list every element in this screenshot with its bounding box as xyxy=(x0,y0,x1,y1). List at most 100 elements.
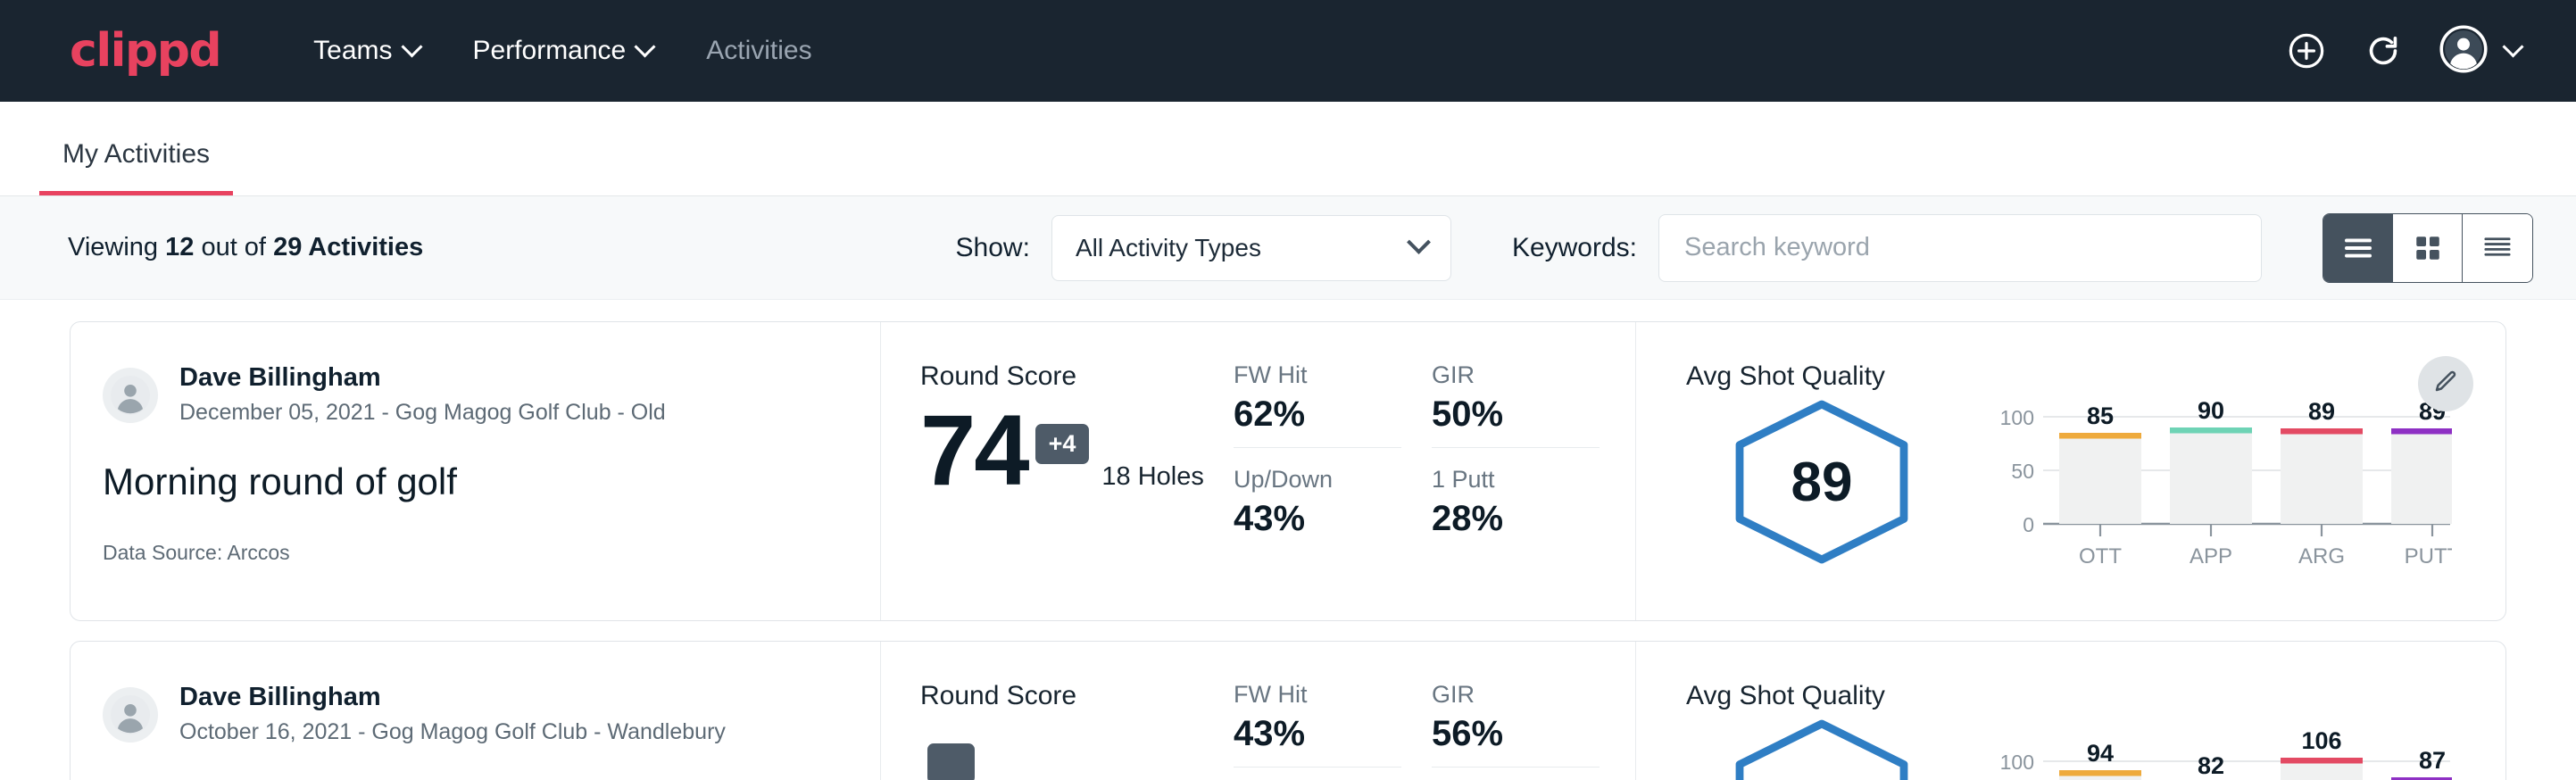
account-menu[interactable] xyxy=(2439,25,2521,78)
stat-gir: GIR 50% xyxy=(1432,361,1600,448)
shot-quality-bar-chart: 100 50 0 94 82 106 xyxy=(1979,720,2452,780)
filter-bar: Viewing 12 out of 29 Activities Show: Al… xyxy=(0,196,2576,300)
svg-text:87: 87 xyxy=(2419,747,2446,774)
stat-label: FW Hit xyxy=(1234,681,1401,709)
stat-label: 1 Putt xyxy=(1432,466,1600,494)
activity-type-select[interactable]: All Activity Types xyxy=(1051,215,1451,281)
svg-text:100: 100 xyxy=(2000,406,2034,429)
round-score-row: 74 +4 18 Holes xyxy=(920,401,1234,501)
score-to-par-badge: +4 xyxy=(1035,424,1090,464)
player-row: Dave Billingham December 05, 2021 - Gog … xyxy=(103,361,880,428)
holes-played: 18 Holes xyxy=(1101,462,1203,492)
avg-shot-quality-column: Avg Shot Quality 100 50 0 xyxy=(1635,642,2505,780)
activity-card[interactable]: Dave Billingham October 16, 2021 - Gog M… xyxy=(70,641,2506,780)
player-name: Dave Billingham xyxy=(179,361,666,394)
tab-my-activities[interactable]: My Activities xyxy=(39,139,233,195)
avg-shot-quality-column: Avg Shot Quality 89 100 xyxy=(1635,322,2505,620)
stat-label: Up/Down xyxy=(1234,466,1401,494)
nav-item-label: Performance xyxy=(473,36,627,66)
tab-bar: My Activities xyxy=(0,102,2576,196)
view-mode-compact-button[interactable] xyxy=(2463,214,2532,282)
quality-score: 89 xyxy=(1729,397,1915,567)
stat-value: 62% xyxy=(1234,394,1401,435)
clippd-logo[interactable]: clippd xyxy=(70,28,220,74)
activity-list: Dave Billingham December 05, 2021 - Gog … xyxy=(0,300,2576,780)
activity-identity-column: Dave Billingham October 16, 2021 - Gog M… xyxy=(71,642,881,780)
top-navigation-bar: clippd Teams Performance Activities xyxy=(0,0,2576,102)
stat-value: 50% xyxy=(1432,394,1600,435)
svg-text:OTT: OTT xyxy=(2079,544,2122,568)
nav-item-performance[interactable]: Performance xyxy=(446,23,680,79)
account-avatar-icon xyxy=(2439,25,2488,78)
avg-shot-quality-body: 89 100 50 0 85 xyxy=(1686,397,2505,597)
avatar xyxy=(103,368,158,423)
round-score-column: Round Score xyxy=(881,642,1234,780)
svg-text:106: 106 xyxy=(2301,727,2341,754)
round-stats-column: FW Hit 62% GIR 50% Up/Down 43% 1 Putt 28… xyxy=(1234,322,1635,620)
plus-circle-icon[interactable] xyxy=(2286,30,2327,71)
activity-card[interactable]: Dave Billingham December 05, 2021 - Gog … xyxy=(70,321,2506,621)
activity-identity-column: Dave Billingham December 05, 2021 - Gog … xyxy=(71,322,881,620)
activity-meta: December 05, 2021 - Gog Magog Golf Club … xyxy=(179,397,666,428)
svg-text:89: 89 xyxy=(2308,401,2335,425)
avatar xyxy=(103,687,158,743)
stat-fw-hit: FW Hit 43% xyxy=(1234,681,1401,768)
round-stats-column: FW Hit 43% GIR 56% xyxy=(1234,642,1635,780)
stat-one-putt: 1 Putt 28% xyxy=(1432,466,1600,552)
refresh-icon[interactable] xyxy=(2363,30,2404,71)
stat-label: FW Hit xyxy=(1234,361,1401,389)
chevron-down-icon xyxy=(635,36,656,57)
avg-shot-quality-body: 100 50 0 94 82 106 xyxy=(1686,717,2505,780)
viewing-prefix: Viewing xyxy=(68,233,158,261)
nav-item-teams[interactable]: Teams xyxy=(287,23,445,79)
player-info: Dave Billingham October 16, 2021 - Gog M… xyxy=(179,681,726,748)
viewing-total: 29 Activities xyxy=(273,233,423,261)
pencil-icon xyxy=(2432,369,2459,400)
stat-label: GIR xyxy=(1432,681,1600,709)
svg-text:82: 82 xyxy=(2198,752,2224,779)
stat-label: GIR xyxy=(1432,361,1600,389)
svg-text:APP: APP xyxy=(2190,544,2232,568)
view-mode-grid-button[interactable] xyxy=(2393,214,2463,282)
shot-quality-chart: 100 50 0 94 82 106 xyxy=(1979,720,2452,780)
edit-activity-button[interactable] xyxy=(2418,356,2473,411)
player-name: Dave Billingham xyxy=(179,681,726,713)
svg-text:94: 94 xyxy=(2087,740,2114,767)
stat-fw-hit: FW Hit 62% xyxy=(1234,361,1401,448)
viewing-middle: out of xyxy=(201,233,266,261)
nav-actions xyxy=(2286,25,2521,78)
filter-controls: Show: All Activity Types Keywords: xyxy=(956,213,2533,283)
tab-label: My Activities xyxy=(62,139,210,169)
show-label: Show: xyxy=(956,233,1030,263)
activity-meta: October 16, 2021 - Gog Magog Golf Club -… xyxy=(179,717,726,748)
view-mode-list-button[interactable] xyxy=(2323,214,2393,282)
round-score-label: Round Score xyxy=(920,681,1234,711)
round-score-value: 74 xyxy=(920,401,1028,501)
svg-text:ARG: ARG xyxy=(2298,544,2345,568)
view-mode-toggle-group xyxy=(2323,213,2533,283)
stat-gir: GIR 56% xyxy=(1432,681,1600,768)
round-score-label: Round Score xyxy=(920,361,1234,392)
search-input[interactable] xyxy=(1658,214,2262,282)
quality-hexagon xyxy=(1729,717,1915,780)
round-score-column: Round Score 74 +4 18 Holes xyxy=(881,322,1234,620)
svg-text:85: 85 xyxy=(2087,402,2114,429)
stat-value: 43% xyxy=(1234,714,1401,754)
viewing-summary: Viewing 12 out of 29 Activities xyxy=(68,233,423,262)
keywords-label: Keywords: xyxy=(1512,233,1637,263)
svg-text:PUTT: PUTT xyxy=(2405,544,2452,568)
primary-nav: Teams Performance Activities xyxy=(287,23,838,79)
svg-text:90: 90 xyxy=(2198,401,2224,424)
nav-item-activities[interactable]: Activities xyxy=(679,23,838,79)
activity-type-value: All Activity Types xyxy=(1076,234,1261,262)
activity-data-source: Data Source: Arccos xyxy=(103,541,880,565)
svg-text:0: 0 xyxy=(2023,513,2034,536)
stat-value: 56% xyxy=(1432,714,1600,754)
quality-hexagon: 89 xyxy=(1729,397,1915,567)
avg-shot-quality-label: Avg Shot Quality xyxy=(1686,361,2505,392)
svg-text:50: 50 xyxy=(2011,460,2034,483)
avg-shot-quality-label: Avg Shot Quality xyxy=(1686,681,2505,711)
player-row: Dave Billingham October 16, 2021 - Gog M… xyxy=(103,681,880,748)
stat-value: 28% xyxy=(1432,499,1600,539)
stat-up-down: Up/Down 43% xyxy=(1234,466,1401,552)
